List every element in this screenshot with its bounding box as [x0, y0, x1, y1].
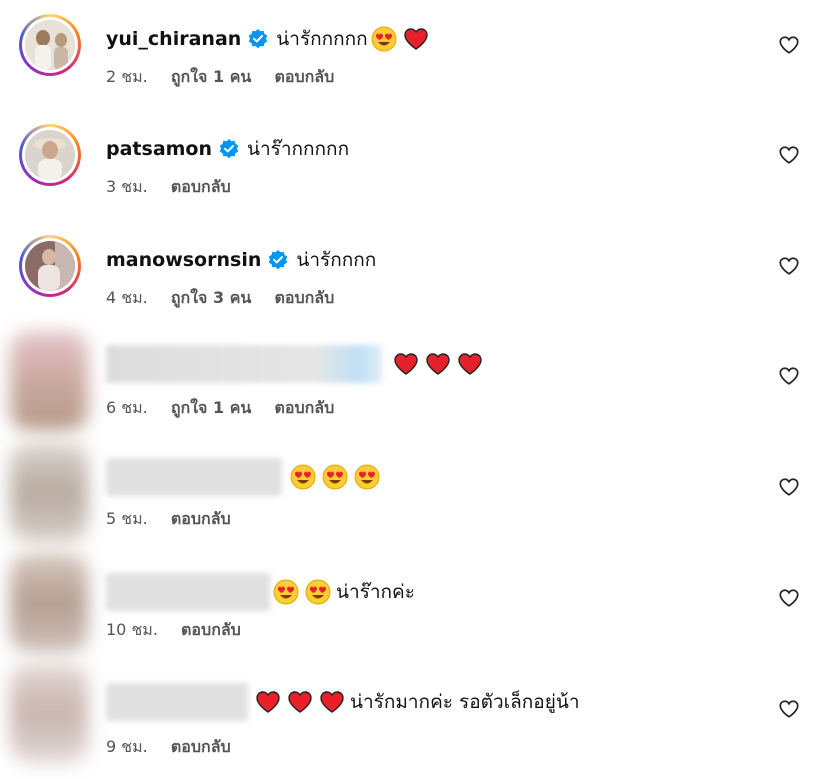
comment-time: 9 ชม.: [106, 737, 148, 756]
heart-eyes-emoji-icon: [322, 464, 348, 490]
verified-badge-icon: [249, 29, 268, 49]
comment-row: manowsornsin น่ารักกกก 4 ชม. ถูกใจ 3 คน …: [0, 221, 820, 331]
heart-eyes-emoji-icon: [273, 579, 299, 605]
comment-meta: 9 ชม. ตอบกลับ: [106, 735, 249, 760]
avatar[interactable]: [19, 14, 81, 76]
reply-button[interactable]: ตอบกลับ: [181, 620, 241, 639]
reply-button[interactable]: ตอบกลับ: [274, 398, 334, 417]
comment-row: yui_chiranan น่ารักกกกก 2 ชม. ถูกใจ 1 คน…: [0, 0, 820, 110]
heart-eyes-emoji-icon: [354, 464, 380, 490]
avatar[interactable]: [10, 442, 88, 542]
comment-meta: 4 ชม. ถูกใจ 3 คน ตอบกลับ: [106, 286, 352, 311]
blurred-username[interactable]: [106, 683, 248, 721]
comment-meta: 3 ชม. ตอบกลับ: [106, 175, 249, 200]
reply-button[interactable]: ตอบกลับ: [171, 177, 231, 196]
avatar[interactable]: [19, 124, 81, 186]
red-heart-emoji-icon: [320, 691, 344, 713]
like-heart-icon[interactable]: [778, 365, 800, 387]
comment-text: น่ารักมากค่ะ รอตัวเล็กอยู่น้า: [350, 691, 580, 713]
reply-button[interactable]: ตอบกลับ: [171, 737, 231, 756]
reply-button[interactable]: ตอบกลับ: [274, 288, 334, 307]
red-heart-emoji-icon: [426, 353, 450, 375]
comment-row: น่ารักมากค่ะ รอตัวเล็กอยู่น้า 9 ชม. ตอบก…: [0, 663, 820, 773]
comment-text: น่าร๊ากกกกก: [247, 138, 350, 160]
comment-time: 5 ชม.: [106, 509, 148, 528]
comment-time: 6 ชม.: [106, 398, 148, 417]
comment-likes[interactable]: ถูกใจ 3 คน: [171, 288, 251, 307]
red-heart-emoji-icon: [458, 353, 482, 375]
reply-button[interactable]: ตอบกลับ: [171, 509, 231, 528]
comment-meta: 6 ชม. ถูกใจ 1 คน ตอบกลับ: [106, 396, 352, 421]
like-heart-icon[interactable]: [778, 34, 800, 56]
comment-time: 10 ชม.: [106, 620, 158, 639]
like-heart-icon[interactable]: [778, 587, 800, 609]
comment-time: 3 ชม.: [106, 177, 148, 196]
verified-badge-icon: [219, 139, 239, 159]
comment-row: 6 ชม. ถูกใจ 1 คน ตอบกลับ: [0, 331, 820, 441]
like-heart-icon[interactable]: [778, 698, 800, 720]
comment-likes[interactable]: ถูกใจ 1 คน: [171, 67, 251, 86]
comment-row: 5 ชม. ตอบกลับ: [0, 442, 820, 552]
comment-meta: 5 ชม. ตอบกลับ: [106, 507, 249, 532]
blurred-username[interactable]: [106, 345, 382, 383]
comment-likes[interactable]: ถูกใจ 1 คน: [171, 398, 251, 417]
heart-eyes-emoji-icon: [305, 579, 331, 605]
red-heart-emoji-icon: [256, 691, 280, 713]
comment-meta: 2 ชม. ถูกใจ 1 คน ตอบกลับ: [106, 65, 352, 90]
comment-text: น่ารักกกก: [296, 249, 377, 271]
verified-badge-icon: [269, 250, 288, 270]
red-heart-emoji-icon: [288, 691, 312, 713]
comment-text: น่าร๊ากค่ะ: [336, 581, 415, 603]
comment-username[interactable]: manowsornsin: [106, 249, 261, 271]
like-heart-icon[interactable]: [778, 476, 800, 498]
like-heart-icon[interactable]: [778, 144, 800, 166]
like-heart-icon[interactable]: [778, 255, 800, 277]
reply-button[interactable]: ตอบกลับ: [274, 67, 334, 86]
comment-username[interactable]: yui_chiranan: [106, 28, 241, 50]
comment-row: น่าร๊ากค่ะ 10 ชม. ตอบกลับ: [0, 553, 820, 663]
comment-text: น่ารักกกกก: [276, 28, 368, 50]
avatar[interactable]: [10, 663, 88, 763]
red-heart-emoji-icon: [394, 353, 418, 375]
comment-meta: 10 ชม. ตอบกลับ: [106, 618, 259, 643]
avatar[interactable]: [19, 235, 81, 297]
comment-time: 2 ชม.: [106, 67, 148, 86]
heart-eyes-emoji-icon: [290, 464, 316, 490]
comment-row: patsamon น่าร๊ากกกกก 3 ชม. ตอบกลับ: [0, 110, 820, 220]
blurred-username[interactable]: [106, 458, 282, 496]
avatar[interactable]: [10, 553, 88, 653]
red-heart-emoji-icon: [403, 28, 428, 50]
heart-eyes-emoji-icon: [371, 26, 397, 52]
blurred-username[interactable]: [106, 573, 270, 611]
comment-username[interactable]: patsamon: [106, 138, 212, 160]
avatar[interactable]: [10, 331, 88, 431]
comment-time: 4 ชม.: [106, 288, 148, 307]
